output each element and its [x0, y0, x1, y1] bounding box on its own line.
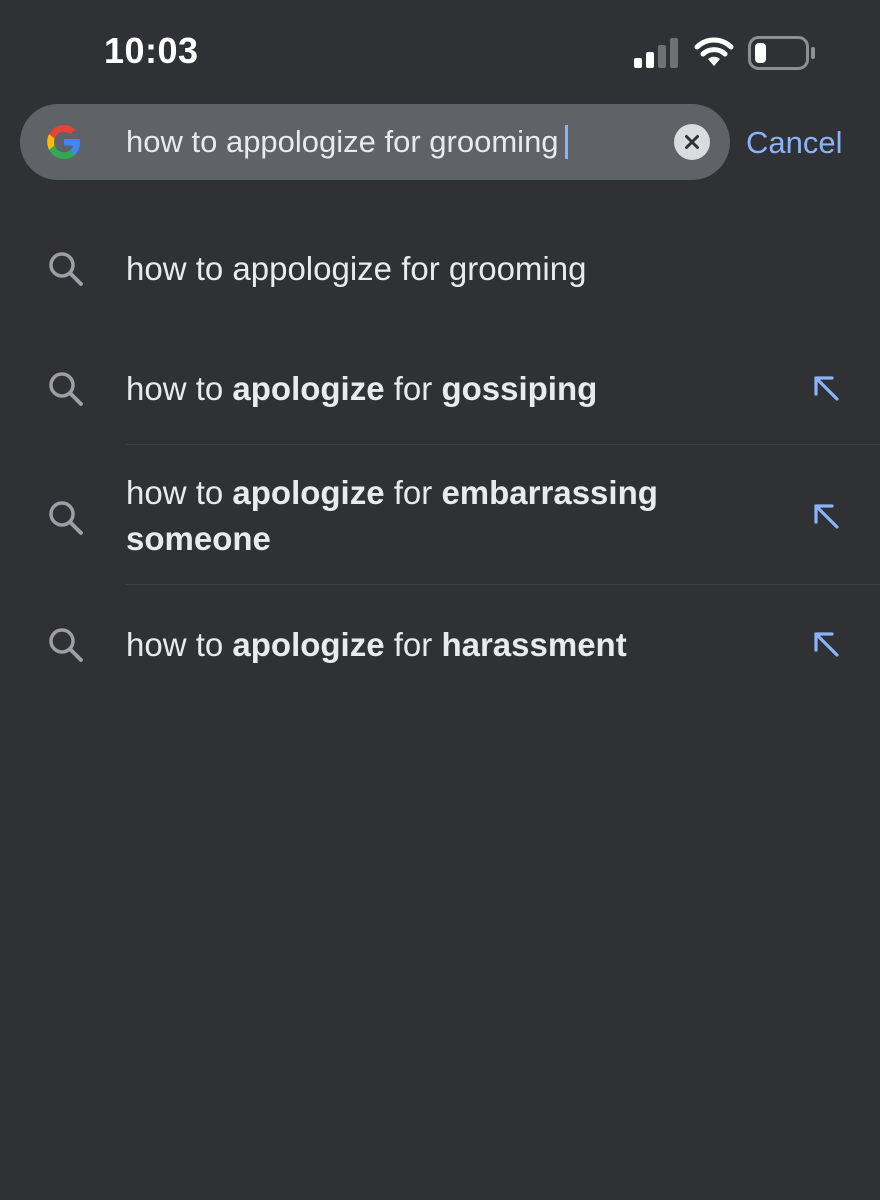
- suggestion-text-part: for: [384, 626, 442, 663]
- suggestion-item[interactable]: how to apologize for harassment: [0, 616, 880, 676]
- status-bar: 10:03: [0, 0, 880, 100]
- suggestion-text-part: apologize: [232, 474, 385, 511]
- divider: [126, 584, 880, 585]
- clear-icon: [685, 135, 699, 149]
- text-cursor: [564, 125, 568, 159]
- cancel-button[interactable]: Cancel: [746, 124, 843, 162]
- arrow-up-left-icon[interactable]: [808, 498, 844, 534]
- arrow-up-left-icon[interactable]: [808, 626, 844, 662]
- suggestion-item[interactable]: how to apologize for gossiping: [0, 360, 880, 420]
- suggestion-text-part: for: [384, 474, 442, 511]
- arrow-up-left-icon[interactable]: [808, 370, 844, 406]
- divider: [126, 444, 880, 445]
- search-icon: [49, 628, 83, 662]
- cellular-signal-icon: [634, 38, 678, 68]
- suggestion-item[interactable]: how to appologize for grooming: [0, 240, 880, 300]
- status-time: 10:03: [104, 30, 199, 71]
- suggestion-text-part: gossiping: [441, 370, 598, 407]
- suggestion-item[interactable]: how to apologize for embarrassing someon…: [0, 468, 880, 564]
- google-search-screen: 10:03 how to appologize for grooming Can…: [0, 0, 880, 1200]
- suggestion-text-part: for: [384, 370, 442, 407]
- suggestion-text-part: apologize: [232, 370, 385, 407]
- suggestion-text-part: how to: [126, 626, 233, 663]
- wifi-icon: [694, 37, 734, 66]
- search-bar[interactable]: how to appologize for grooming: [20, 104, 730, 180]
- suggestion-text-part: how to appologize for grooming: [126, 250, 587, 287]
- suggestion-text: how to apologize for gossiping: [126, 366, 766, 412]
- suggestion-text: how to apologize for embarrassing someon…: [126, 470, 706, 562]
- search-query: how to appologize for grooming: [126, 124, 559, 159]
- suggestion-text-part: apologize: [232, 626, 385, 663]
- google-g-icon: [47, 125, 80, 159]
- suggestion-text-part: how to: [126, 474, 233, 511]
- search-icon: [49, 252, 83, 286]
- suggestion-text-part: how to: [126, 370, 233, 407]
- search-icon: [49, 372, 83, 406]
- search-input[interactable]: how to appologize for grooming: [126, 123, 568, 161]
- suggestion-text: how to apologize for harassment: [126, 622, 766, 668]
- battery-icon: [748, 36, 815, 70]
- clear-button[interactable]: [674, 124, 710, 160]
- suggestion-text-part: harassment: [441, 626, 627, 663]
- search-icon: [49, 501, 83, 535]
- suggestion-text: how to appologize for grooming: [126, 246, 766, 292]
